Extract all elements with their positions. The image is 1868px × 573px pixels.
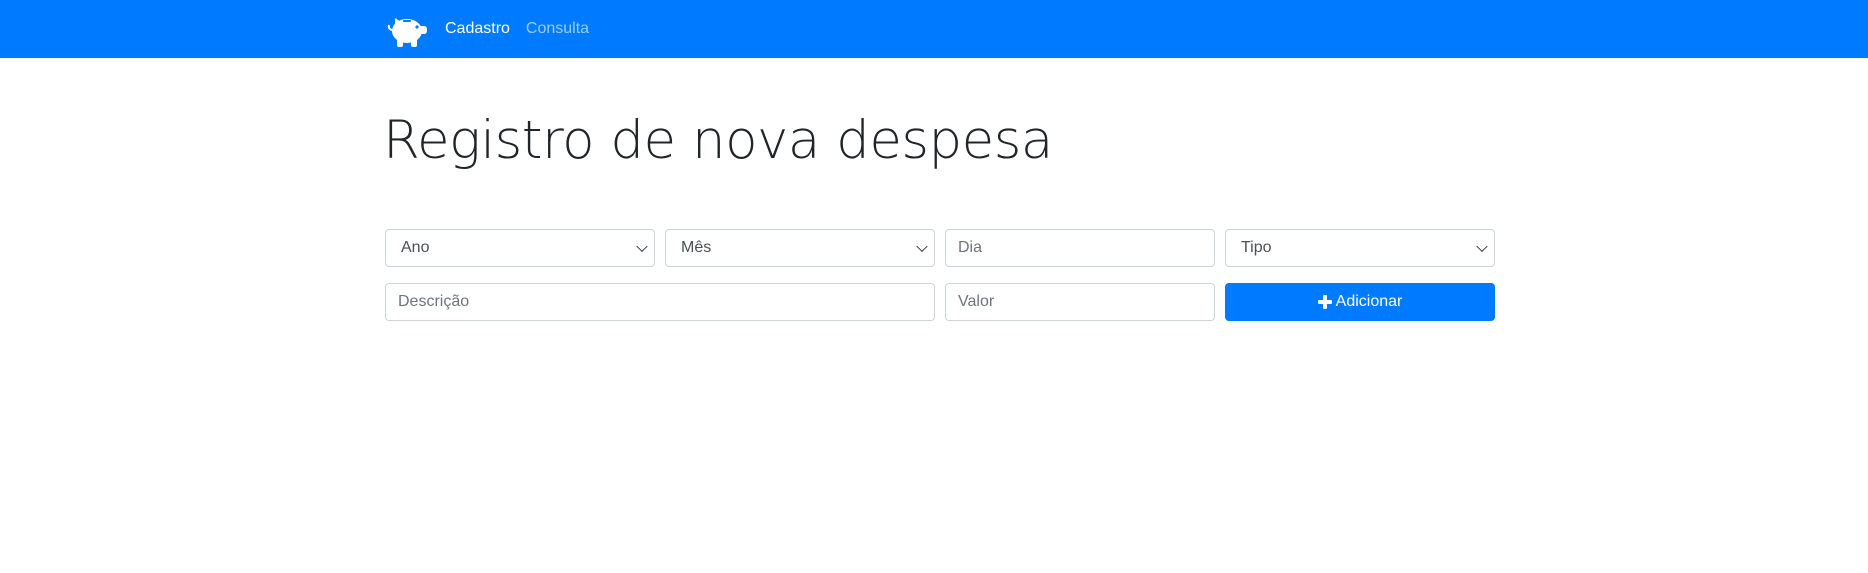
dia-input[interactable]: Dia: [945, 229, 1215, 267]
descricao-input-placeholder: Descrição: [398, 293, 470, 310]
ano-select-value: Ano: [401, 239, 430, 256]
tipo-select-value: Tipo: [1241, 239, 1272, 256]
navbar-content: Cadastro Consulta: [385, 0, 605, 58]
mes-select[interactable]: Mês: [665, 229, 935, 267]
chevron-down-icon: [1476, 240, 1488, 253]
adicionar-button[interactable]: Adicionar: [1225, 283, 1495, 321]
chevron-down-icon: [916, 240, 928, 253]
brand-logo[interactable]: [385, 8, 431, 50]
descricao-input[interactable]: Descrição: [385, 283, 935, 321]
valor-input-placeholder: Valor: [958, 293, 995, 310]
chevron-down-icon: [636, 240, 648, 253]
valor-input[interactable]: Valor: [945, 283, 1215, 321]
page-title: Registro de nova despesa: [383, 110, 1053, 171]
mes-select-value: Mês: [681, 239, 712, 256]
dia-input-placeholder: Dia: [958, 239, 983, 256]
adicionar-button-label: Adicionar: [1335, 293, 1403, 310]
tipo-select[interactable]: Tipo: [1225, 229, 1495, 267]
plus-icon: [1317, 295, 1332, 309]
top-navbar: Cadastro Consulta: [0, 0, 1868, 58]
piggy-bank-icon: [387, 18, 427, 47]
nav-link-cadastro[interactable]: Cadastro: [445, 0, 510, 58]
nav-link-consulta[interactable]: Consulta: [526, 0, 589, 58]
ano-select[interactable]: Ano: [385, 229, 655, 267]
